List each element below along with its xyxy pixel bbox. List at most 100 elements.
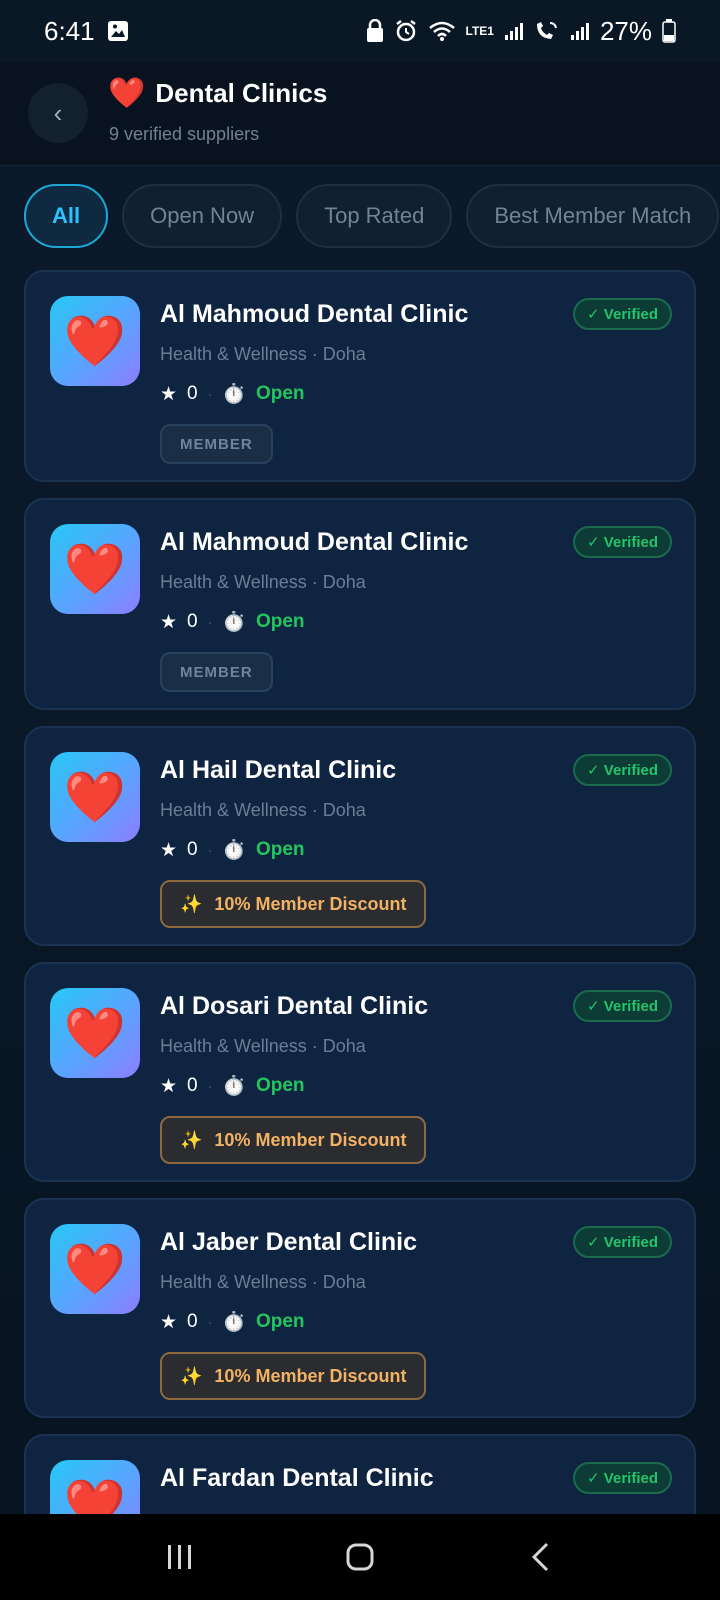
back-button[interactable]: ‹ <box>28 83 88 143</box>
clinic-list: ❤️ Al Mahmoud Dental Clinic Health & Wel… <box>24 270 696 1514</box>
verified-badge: ✓ Verified <box>573 1226 672 1258</box>
discount-label: 10% Member Discount <box>214 893 407 914</box>
verified-badge: ✓ Verified <box>573 298 672 330</box>
clinic-name: Al Fardan Dental Clinic <box>160 1464 434 1492</box>
app-header: ‹ ❤️ Dental Clinics 9 verified suppliers <box>0 62 720 166</box>
signal-icon-1 <box>504 21 524 41</box>
star-icon: ★ <box>160 611 178 633</box>
clinic-stats: ★ 0 · ⏱️ Open <box>160 382 305 406</box>
gallery-notification-icon <box>107 20 129 42</box>
clinic-rating: 0 <box>187 611 198 632</box>
clinic-name: Al Mahmoud Dental Clinic <box>160 528 469 556</box>
clinic-heart-icon: ❤️ <box>50 1224 140 1314</box>
clinic-category-location: Health & Wellness · Doha <box>160 800 366 820</box>
battery-percent: 27% <box>599 15 652 46</box>
stopwatch-icon: ⏱️ <box>222 612 246 633</box>
discount-label: 10% Member Discount <box>214 1365 407 1386</box>
status-time: 6:41 <box>44 15 95 46</box>
verified-badge: ✓ Verified <box>573 990 672 1022</box>
open-status: Open <box>255 1311 305 1332</box>
back-arrow-icon <box>531 1542 549 1572</box>
clinic-category-location: Health & Wellness · Doha <box>160 572 366 592</box>
star-icon: ★ <box>160 1075 178 1097</box>
member-discount-badge: ✨ 10% Member Discount <box>160 1352 427 1400</box>
recents-icon <box>168 1545 191 1569</box>
wifi-calling-icon <box>534 20 560 42</box>
stopwatch-icon: ⏱️ <box>222 840 246 861</box>
verified-badge: ✓ Verified <box>573 754 672 786</box>
clinic-rating: 0 <box>187 1311 198 1332</box>
clinic-stats: ★ 0 · ⏱️ Open <box>160 1310 305 1334</box>
wifi-icon <box>428 20 456 42</box>
recents-button[interactable] <box>140 1527 220 1587</box>
separator-dot: · <box>207 1078 213 1094</box>
open-status: Open <box>255 1075 305 1096</box>
clinic-heart-icon: ❤️ <box>50 988 140 1078</box>
clinic-card[interactable]: ❤️ Al Mahmoud Dental Clinic Health & Wel… <box>24 498 696 710</box>
stopwatch-icon: ⏱️ <box>222 1312 246 1333</box>
separator-dot: · <box>207 386 213 402</box>
clinic-name: Al Dosari Dental Clinic <box>160 992 429 1020</box>
filter-chip-all[interactable]: All <box>24 184 109 248</box>
filter-chip-top-rated[interactable]: Top Rated <box>296 184 453 248</box>
clinic-heart-icon: ❤️ <box>50 1460 140 1514</box>
sparkles-icon: ✨ <box>180 893 203 914</box>
clinic-card[interactable]: ❤️ Al Jaber Dental Clinic Health & Welln… <box>24 1198 696 1418</box>
stopwatch-icon: ⏱️ <box>222 1076 246 1097</box>
clinic-card[interactable]: ❤️ Al Mahmoud Dental Clinic Health & Wel… <box>24 270 696 482</box>
status-bar: 6:41 LTE1 27% <box>0 0 720 62</box>
member-discount-badge: ✨ 10% Member Discount <box>160 1116 427 1164</box>
filter-chip-open-now[interactable]: Open Now <box>122 184 283 248</box>
clinic-rating: 0 <box>187 839 198 860</box>
lock-icon <box>366 19 384 43</box>
separator-dot: · <box>207 1314 213 1330</box>
clinic-category-location: Health & Wellness · Doha <box>160 344 366 364</box>
sparkles-icon: ✨ <box>180 1365 203 1386</box>
clinic-category-location: Health & Wellness · Doha <box>160 1272 366 1292</box>
separator-dot: · <box>207 842 213 858</box>
clinic-stats: ★ 0 · ⏱️ Open <box>160 838 305 862</box>
clinic-stats: ★ 0 · ⏱️ Open <box>160 1074 305 1098</box>
member-badge: MEMBER <box>160 652 273 692</box>
system-nav-bar <box>0 1514 720 1600</box>
clinic-heart-icon: ❤️ <box>50 296 140 386</box>
page-title: Dental Clinics <box>155 78 328 108</box>
open-status: Open <box>255 839 305 860</box>
clinic-card[interactable]: ❤️ Al Dosari Dental Clinic Health & Well… <box>24 962 696 1182</box>
verified-badge: ✓ Verified <box>573 526 672 558</box>
clinic-name: Al Jaber Dental Clinic <box>160 1228 418 1256</box>
clinic-card[interactable]: ❤️ Al Hail Dental Clinic Health & Wellne… <box>24 726 696 946</box>
clinic-card[interactable]: ❤️ Al Fardan Dental Clinic ✓ Verified <box>24 1434 696 1514</box>
stopwatch-icon: ⏱️ <box>222 384 246 405</box>
signal-icon-2 <box>570 21 590 41</box>
clinic-heart-icon: ❤️ <box>50 524 140 614</box>
filter-chip-best-member-match[interactable]: Best Member Match <box>466 184 720 248</box>
home-icon <box>346 1543 374 1571</box>
star-icon: ★ <box>160 1311 178 1333</box>
back-nav-button[interactable] <box>500 1527 580 1587</box>
open-status: Open <box>255 611 305 632</box>
battery-icon <box>662 19 676 43</box>
verified-badge: ✓ Verified <box>573 1462 672 1494</box>
clinic-rating: 0 <box>187 383 198 404</box>
clinic-category-location: Health & Wellness · Doha <box>160 1036 366 1056</box>
clinic-name: Al Mahmoud Dental Clinic <box>160 300 469 328</box>
sparkles-icon: ✨ <box>180 1129 203 1150</box>
star-icon: ★ <box>160 383 178 405</box>
network-type-label: LTE1 <box>465 24 494 38</box>
member-discount-badge: ✨ 10% Member Discount <box>160 880 427 928</box>
clinic-heart-icon: ❤️ <box>50 752 140 842</box>
member-badge: MEMBER <box>160 424 273 464</box>
filter-chips: All Open Now Top Rated Best Member Match <box>24 184 720 250</box>
clinic-stats: ★ 0 · ⏱️ Open <box>160 610 305 634</box>
alarm-icon <box>394 19 418 43</box>
home-button[interactable] <box>320 1527 400 1587</box>
clinic-rating: 0 <box>187 1075 198 1096</box>
clinic-name: Al Hail Dental Clinic <box>160 756 397 784</box>
separator-dot: · <box>207 614 213 630</box>
title-row: ❤️ Dental Clinics <box>108 78 327 109</box>
open-status: Open <box>255 383 305 404</box>
chevron-left-icon: ‹ <box>53 97 63 128</box>
star-icon: ★ <box>160 839 178 861</box>
page-subtitle: 9 verified suppliers <box>109 124 260 144</box>
